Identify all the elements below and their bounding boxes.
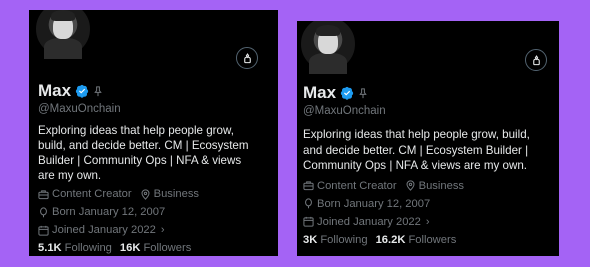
account-type: Business	[140, 188, 199, 200]
calendar-icon	[38, 225, 49, 236]
subscribe-button[interactable]	[236, 47, 258, 69]
bio-line: Builder | Community Ops | NFA & views	[38, 154, 242, 167]
profile-card-after: Max @MaxuOnchain Exploring ideas that he…	[297, 21, 559, 256]
avatar[interactable]	[299, 21, 357, 75]
briefcase-icon	[303, 181, 314, 191]
followers-link[interactable]: 16K Followers	[120, 242, 191, 254]
display-name: Max	[38, 81, 72, 100]
bio-line: and decide better. CM | Ecosystem Builde…	[303, 143, 529, 157]
following-link[interactable]: 5.1K Following	[38, 242, 112, 254]
bio-line: build, and decide better. CM | Ecosystem	[38, 139, 249, 152]
briefcase-icon	[38, 189, 49, 199]
subscribe-icon	[532, 54, 540, 65]
subscribe-button[interactable]	[525, 49, 547, 71]
location-icon	[406, 180, 415, 191]
account-type: Business	[405, 180, 464, 192]
following-link[interactable]: 3K Following	[303, 234, 368, 246]
birthdate: Born January 12, 2007	[38, 206, 165, 218]
bio-line: Exploring ideas that help people grow, b…	[303, 128, 530, 141]
balloon-icon	[305, 198, 312, 209]
profile-card-before: Max @MaxuOnchain Exploring ideas that he…	[29, 10, 278, 256]
calendar-icon	[303, 216, 314, 227]
chevron-right-icon: ›	[425, 215, 430, 228]
bio-line: are my own.	[38, 169, 102, 182]
handle: @MaxuOnchain	[303, 105, 386, 117]
avatar[interactable]	[34, 10, 92, 60]
verified-badge-icon[interactable]	[75, 84, 89, 98]
balloon-icon	[40, 206, 47, 217]
followers-link[interactable]: 16.2K Followers	[376, 234, 457, 246]
subscribe-icon	[243, 52, 251, 63]
joined-date[interactable]: Joined January 2022 ›	[38, 224, 165, 236]
bio-line: Exploring ideas that help people grow,	[38, 124, 234, 137]
bio-line: Community Ops | NFA & views are my own.	[303, 159, 527, 172]
category: Content Creator	[38, 188, 132, 200]
location-icon	[141, 188, 150, 200]
bio: Exploring ideas that help people grow, b…	[303, 127, 555, 174]
display-name: Max	[303, 83, 337, 102]
handle: @MaxuOnchain	[38, 103, 121, 115]
joined-date[interactable]: Joined January 2022 ›	[303, 216, 430, 228]
chevron-right-icon: ›	[160, 224, 165, 236]
bio: Exploring ideas that help people grow, b…	[38, 123, 274, 183]
category: Content Creator	[303, 180, 397, 192]
verified-badge-icon[interactable]	[340, 86, 354, 100]
birthdate: Born January 12, 2007	[303, 198, 430, 210]
pin-icon	[358, 87, 368, 99]
pin-icon	[93, 85, 103, 97]
